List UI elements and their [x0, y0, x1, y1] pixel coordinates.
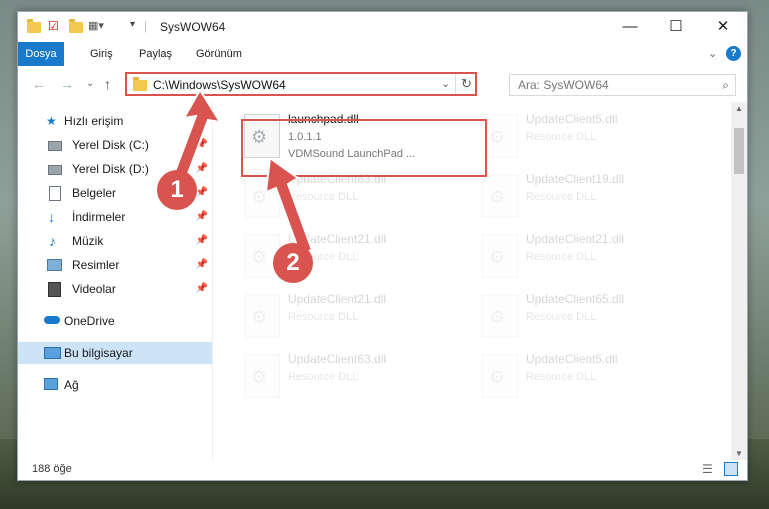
large-icons-view-icon[interactable] — [724, 462, 738, 476]
sidebar-item-label: Hızlı erişim — [64, 114, 124, 128]
vertical-scrollbar[interactable]: ▲ ▼ — [731, 102, 747, 460]
folder-icon — [133, 77, 147, 91]
download-icon: ↓ — [48, 209, 55, 225]
help-icon[interactable]: ? — [726, 46, 741, 61]
network-icon — [44, 378, 58, 390]
status-bar: 188 öğe ☰ — [18, 460, 747, 480]
sidebar-item-label: Resimler — [72, 258, 120, 272]
file-description: Resource DLL — [288, 371, 359, 383]
pin-icon[interactable]: 📌 — [196, 278, 208, 300]
tab-view[interactable]: Görünüm — [196, 42, 242, 66]
disk-icon — [48, 141, 62, 151]
sidebar-item-label: Yerel Disk (D:) — [72, 162, 149, 176]
file-description: Resource DLL — [526, 311, 597, 323]
maximize-button[interactable]: ☐ — [653, 12, 699, 42]
file-name: UpdateClient63.dll — [288, 352, 387, 366]
sidebar-item-pictures[interactable]: Resimler 📌 — [18, 254, 212, 276]
sidebar-item-onedrive[interactable]: OneDrive — [18, 310, 212, 332]
sidebar-item-videos[interactable]: Videolar 📌 — [18, 278, 212, 300]
tab-share[interactable]: Paylaş — [139, 42, 172, 66]
ribbon-collapse-icon[interactable]: ⌄ — [708, 42, 717, 66]
new-folder-icon[interactable] — [68, 19, 84, 33]
dll-file-icon — [482, 174, 518, 218]
cloud-icon — [44, 316, 60, 324]
dll-file-icon — [244, 294, 280, 338]
file-description: Resource DLL — [526, 251, 597, 263]
file-item[interactable]: UpdateClient21.dll Resource DLL — [240, 290, 470, 346]
videos-icon — [48, 282, 61, 297]
documents-icon — [49, 186, 61, 201]
file-description: Resource DLL — [526, 371, 597, 383]
file-description: Resource DLL — [526, 131, 597, 143]
step-2-badge: 2 — [273, 243, 313, 283]
explorer-window: ☑ ▦▾ ▾ | SysWOW64 — ☐ ✕ Dosya Giriş Payl… — [17, 11, 748, 481]
file-description: Resource DLL — [526, 191, 597, 203]
close-button[interactable]: ✕ — [700, 12, 746, 42]
sidebar-item-label: Ağ — [64, 378, 79, 392]
file-name: UpdateClient65.dll — [526, 292, 625, 306]
pictures-icon — [47, 259, 62, 271]
sidebar-item-label: Bu bilgisayar — [64, 346, 133, 360]
star-icon: ★ — [46, 114, 57, 128]
dll-file-icon — [482, 114, 518, 158]
disk-icon — [48, 165, 62, 175]
separator: | — [144, 19, 148, 33]
dll-file-icon — [244, 354, 280, 398]
separator — [455, 74, 456, 94]
forward-button[interactable]: → — [60, 76, 74, 92]
search-input[interactable]: Ara: SysWOW64 — [518, 78, 609, 92]
recent-locations-button[interactable]: ⌄ — [86, 78, 94, 89]
address-dropdown-icon[interactable]: ⌄ — [441, 77, 450, 90]
sidebar-item-network[interactable]: Ağ — [18, 374, 212, 396]
address-row: ← → ⌄ ↑ C:\Windows\SysWOW64 ⌄ ↻ Ara: Sys… — [18, 66, 747, 102]
file-name: UpdateClient21.dll — [526, 232, 625, 246]
minimize-button[interactable]: — — [607, 12, 653, 42]
file-item[interactable]: UpdateClient63.dll Resource DLL — [240, 350, 470, 406]
sidebar-item-label: OneDrive — [64, 314, 115, 328]
ribbon-tabs: Dosya Giriş Paylaş Görünüm ⌄ ? — [18, 42, 747, 66]
search-box[interactable]: Ara: SysWOW64 ⌕ — [509, 74, 736, 96]
file-item[interactable]: UpdateClient19.dll Resource DLL — [478, 170, 708, 226]
folder-icon — [26, 19, 42, 33]
sidebar-item-label: Videolar — [72, 282, 116, 296]
scrollbar-thumb[interactable] — [734, 128, 744, 174]
file-name: UpdateClient21.dll — [288, 292, 387, 306]
sidebar-item-label: Belgeler — [72, 186, 117, 200]
search-icon: ⌕ — [722, 78, 729, 92]
computer-icon — [44, 347, 61, 359]
scroll-up-icon[interactable]: ▲ — [735, 104, 743, 113]
tab-home[interactable]: Giriş — [90, 42, 113, 66]
tab-file[interactable]: Dosya — [18, 42, 64, 66]
sidebar-item-label: İndirmeler — [72, 210, 126, 224]
file-description: Resource DLL — [288, 311, 359, 323]
item-count: 188 öğe — [32, 463, 72, 475]
properties-icon[interactable]: ☑ — [48, 19, 64, 33]
pin-icon[interactable]: 📌 — [196, 254, 208, 276]
title-bar: ☑ ▦▾ ▾ | SysWOW64 — ☐ ✕ — [18, 12, 747, 42]
dll-file-icon — [482, 294, 518, 338]
step-1-badge: 1 — [157, 170, 197, 210]
file-name: UpdateClient19.dll — [526, 172, 625, 186]
dll-file-icon — [482, 234, 518, 278]
window-title: SysWOW64 — [160, 20, 226, 34]
file-name: UpdateClient5.dll — [526, 352, 618, 366]
sidebar-item-label: Yerel Disk (C:) — [72, 138, 149, 152]
back-button[interactable]: ← — [32, 76, 46, 92]
dll-file-icon — [482, 354, 518, 398]
scroll-down-icon[interactable]: ▼ — [735, 449, 743, 458]
details-view-icon[interactable]: ☰ — [702, 462, 713, 476]
file-item[interactable]: UpdateClient21.dll Resource DLL — [478, 230, 708, 286]
file-item[interactable]: UpdateClient65.dll Resource DLL — [478, 290, 708, 346]
sidebar-item-this-pc[interactable]: Bu bilgisayar — [18, 342, 212, 364]
sidebar-item-music[interactable]: ♪ Müzik 📌 — [18, 230, 212, 252]
file-item[interactable]: UpdateClient5.dll Resource DLL — [478, 350, 708, 406]
sidebar-item-label: Müzik — [72, 234, 104, 248]
file-name: UpdateClient5.dll — [526, 112, 618, 126]
up-button[interactable]: ↑ — [104, 76, 111, 92]
music-icon: ♪ — [49, 233, 56, 249]
quick-access-toolbar-icon[interactable]: ▦▾ — [88, 19, 104, 33]
file-item[interactable]: UpdateClient5.dll Resource DLL — [478, 110, 708, 166]
pin-icon[interactable]: 📌 — [196, 230, 208, 252]
refresh-button[interactable]: ↻ — [461, 76, 472, 92]
